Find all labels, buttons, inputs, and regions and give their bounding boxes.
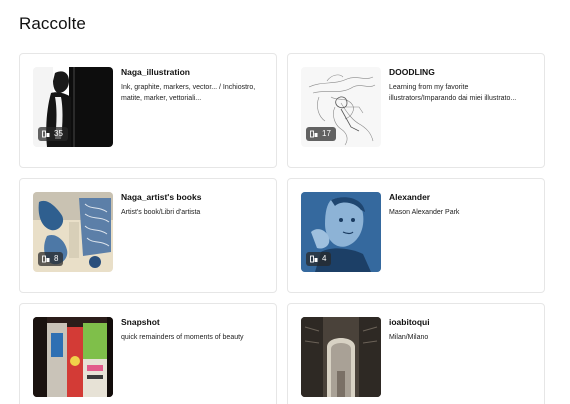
collection-items-icon (310, 255, 318, 263)
collection-thumbnail[interactable]: 17 (301, 67, 381, 147)
galleria-arcade-photo-icon (301, 317, 381, 397)
collection-card-snapshot[interactable]: Snapshot quick remainders of moments of … (19, 303, 277, 404)
item-count: 8 (54, 254, 59, 263)
collection-description: Artist's book/Libri d'artista (121, 209, 201, 216)
page-title: Raccolte (19, 14, 86, 33)
collection-card-doodling[interactable]: 17 DOODLING Learning from my favorite il… (287, 53, 545, 168)
collection-title[interactable]: Snapshot (121, 317, 269, 327)
item-count: 4 (322, 254, 327, 263)
collection-title[interactable]: Alexander (389, 192, 537, 202)
collection-title[interactable]: Naga_artist's books (121, 192, 269, 202)
item-count: 35 (54, 129, 63, 138)
item-count-badge: 17 (306, 127, 336, 141)
collection-description: Learning from my favorite illustrators/I… (389, 84, 517, 102)
collection-items-icon (42, 130, 50, 138)
item-count-badge: 4 (306, 252, 332, 266)
collection-thumbnail[interactable] (33, 317, 113, 397)
collection-thumbnail[interactable] (301, 317, 381, 397)
collection-description: Ink, graphite, markers, vector... / Inch… (121, 84, 256, 102)
item-count-badge: 8 (38, 252, 64, 266)
collection-description: quick remainders of moments of beauty (121, 334, 244, 341)
collection-title[interactable]: ioabitoqui (389, 317, 537, 327)
collection-title[interactable]: Naga_illustration (121, 67, 269, 77)
collections-page: Raccolte 35 Naga_illustration Ink, graph… (0, 0, 570, 404)
collection-thumbnail[interactable]: 35 (33, 67, 113, 147)
collection-card-naga-artists-books[interactable]: 8 Naga_artist's books Artist's book/Libr… (19, 178, 277, 293)
item-count-badge: 35 (38, 127, 68, 141)
collection-thumbnail[interactable]: 4 (301, 192, 381, 272)
item-count: 17 (322, 129, 331, 138)
collection-thumbnail[interactable]: 8 (33, 192, 113, 272)
collection-description: Milan/Milano (389, 334, 429, 341)
collection-title[interactable]: DOODLING (389, 67, 537, 77)
collection-card-naga-illustration[interactable]: 35 Naga_illustration Ink, graphite, mark… (19, 53, 277, 168)
collection-items-icon (42, 255, 50, 263)
collection-card-ioabitoqui[interactable]: ioabitoqui Milan/Milano (287, 303, 545, 404)
collection-card-alexander[interactable]: 4 Alexander Mason Alexander Park (287, 178, 545, 293)
street-posters-photo-icon (33, 317, 113, 397)
collection-description: Mason Alexander Park (389, 209, 460, 216)
collection-items-icon (310, 130, 318, 138)
